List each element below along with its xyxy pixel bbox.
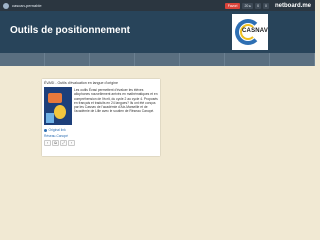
thumbnail-shape	[46, 113, 54, 123]
page-title: Outils de positionnement	[10, 25, 131, 36]
thumbnail-shape	[54, 105, 66, 119]
nav-segment	[180, 53, 225, 66]
casnav-logo: CASNAV	[232, 14, 268, 50]
views-count: 20 ▸	[242, 2, 254, 9]
copy-button[interactable]: ⧉	[52, 140, 59, 146]
thumbnail-shape	[48, 93, 62, 103]
expand-button[interactable]: ⤢	[60, 140, 67, 146]
link-icon	[44, 128, 47, 132]
previous-button[interactable]: ‹	[44, 140, 51, 146]
avatar[interactable]	[3, 2, 9, 9]
card-actions: ‹ ⧉ ⤢ ›	[44, 140, 75, 146]
resource-card[interactable]: ÉVASI - Outils d'évaluation en langue d'…	[42, 79, 160, 156]
nav-segment	[135, 53, 180, 66]
card-description: Les outils Évasi permettent d'évaluer le…	[74, 88, 158, 114]
card-author[interactable]: Réseau-Canopé	[44, 134, 68, 138]
nav-strip	[0, 53, 315, 66]
board-header: Outils de positionnement CASNAV	[0, 11, 315, 53]
comments-count[interactable]: 0	[263, 2, 269, 9]
nav-segment	[225, 53, 270, 66]
likes-count[interactable]: 0	[255, 2, 262, 9]
nav-segment	[45, 53, 90, 66]
top-actions: Favori 20 ▸ 0 0 netboard.me	[224, 2, 311, 9]
logo-text: CASNAV	[242, 28, 269, 34]
next-button[interactable]: ›	[68, 140, 75, 146]
nav-segment	[90, 53, 135, 66]
nav-segment	[270, 53, 315, 66]
card-title[interactable]: ÉVASI - Outils d'évaluation en langue d'…	[44, 81, 118, 85]
favorite-button[interactable]: Favori	[224, 2, 241, 9]
username[interactable]: cascan-pernable	[12, 3, 42, 8]
brand-logo[interactable]: netboard.me	[275, 3, 311, 9]
original-link[interactable]: Original link	[44, 128, 66, 132]
nav-segment	[0, 53, 45, 66]
card-thumbnail[interactable]	[44, 87, 72, 125]
original-link-label[interactable]: Original link	[49, 128, 66, 132]
top-bar: cascan-pernable Favori 20 ▸ 0 0 netboard…	[0, 0, 315, 11]
